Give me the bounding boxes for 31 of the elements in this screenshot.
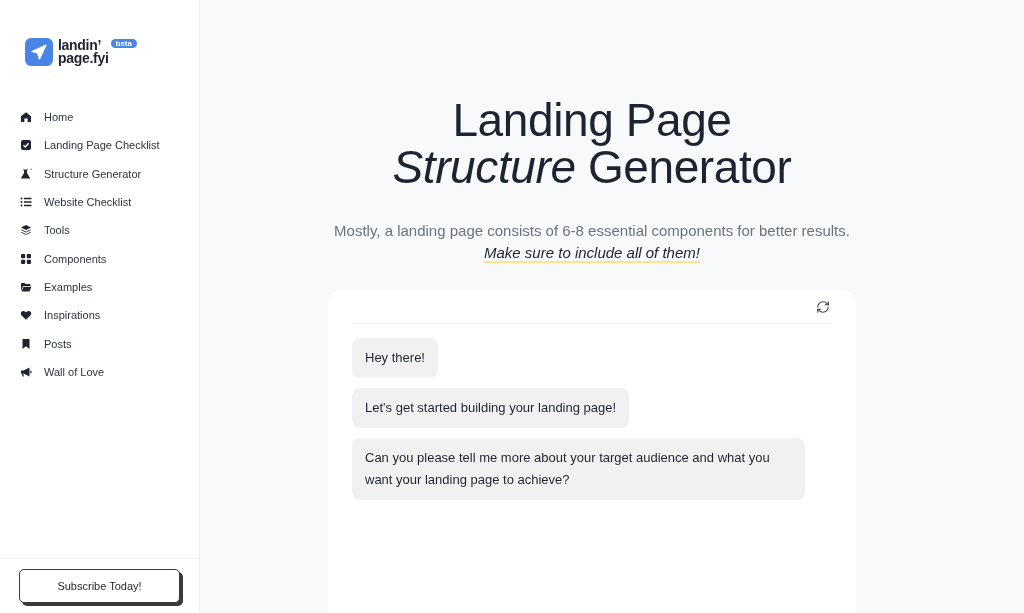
refresh-icon[interactable] [816, 299, 830, 314]
megaphone-icon [20, 365, 32, 378]
sidebar-item[interactable]: Structure Generator [0, 159, 150, 188]
chat-bubble: Hey there! [352, 338, 438, 378]
sidebar-item[interactable]: Examples [0, 272, 101, 302]
list-icon [20, 196, 32, 209]
logo-wordmark: landin’ page.fyi [58, 38, 109, 65]
page-subtitle: Mostly, a landing page consists of 6-8 essential components for better results. [334, 221, 850, 241]
paper-plane-icon [25, 38, 53, 66]
sidebar-item[interactable]: Components [0, 244, 115, 273]
page-title: Landing Page Structure Generator [391, 97, 793, 191]
home-icon [20, 111, 32, 124]
folder-icon [20, 280, 32, 293]
heart-icon [20, 309, 32, 322]
sidebar-item[interactable]: Website Checklist [0, 187, 140, 217]
checkbox-icon [20, 139, 32, 152]
grid-icon [20, 252, 32, 265]
sidebar-item[interactable]: Wall of Love [0, 357, 113, 386]
sidebar-item[interactable]: Posts [0, 329, 80, 358]
sidebar-item[interactable]: Landing Page Checklist [0, 131, 168, 160]
subscribe-button[interactable]: Subscribe Today! [19, 569, 180, 603]
sidebar-item[interactable]: Tools [0, 216, 78, 245]
sidebar-item[interactable]: Inspirations [0, 301, 109, 330]
beta-badge: beta [110, 39, 137, 48]
chat-bubble: Let's get started building your landing page! [352, 388, 630, 428]
sidebar-item[interactable]: Home [0, 103, 82, 132]
flask-icon [20, 167, 32, 180]
chat-bubble: Can you please tell me more about your target audience and what you want your landing page to achieve? [352, 438, 805, 500]
highlighted-note: Make sure to include all of them! [484, 243, 700, 263]
layers-icon [20, 224, 32, 237]
bookmark-icon [20, 337, 32, 350]
